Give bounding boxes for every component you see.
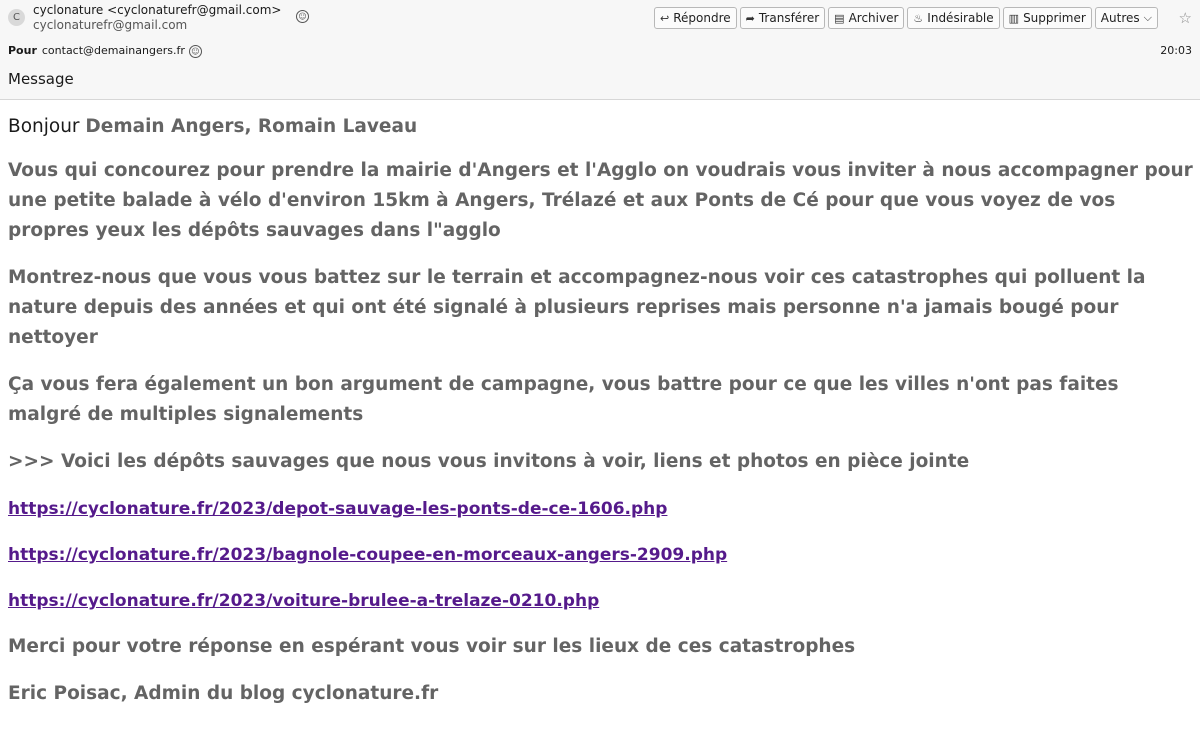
forward-icon: ➦ <box>745 11 755 25</box>
link-paragraph: https://cyclonature.fr/2023/depot-sauvag… <box>8 494 1193 525</box>
junk-label: Indésirable <box>927 11 994 25</box>
message-toolbar: ↩ Répondre ➦ Transférer ▤ Archiver ♨ Ind… <box>654 7 1158 29</box>
chevron-down-icon: ⌵ <box>1143 11 1152 24</box>
add-contact-icon[interactable]: ☺ <box>188 44 202 58</box>
sender-address: cyclonaturefr@gmail.com <box>33 18 188 32</box>
add-contact-icon[interactable]: ☺ <box>296 10 309 23</box>
message-subject: Message <box>8 70 74 88</box>
greeting-prefix: Bonjour <box>8 116 80 137</box>
closing-paragraph: Merci pour votre réponse en espérant vou… <box>8 636 856 657</box>
greeting-names: Demain Angers, Romain Laveau <box>85 116 418 137</box>
greeting: Bonjour Demain Angers, Romain Laveau <box>8 112 1193 142</box>
body-paragraph: Montrez-nous que vous vous battez sur le… <box>8 267 1146 348</box>
reply-icon: ↩ <box>660 11 670 25</box>
recipient-line: Pour contact@demainangers.fr ☺ <box>8 44 202 58</box>
reply-label: Répondre <box>673 11 731 25</box>
sender-name[interactable]: cyclonature <cyclonaturefr@gmail.com> <box>33 3 281 17</box>
body-paragraph: >>> Voici les dépôts sauvages que nous v… <box>8 451 970 472</box>
archive-icon: ▤ <box>834 11 845 25</box>
to-label: Pour <box>8 44 37 57</box>
flame-icon: ♨ <box>913 11 924 25</box>
star-icon[interactable]: ☆ <box>1179 9 1192 27</box>
link-paragraph: https://cyclonature.fr/2023/bagnole-coup… <box>8 540 1193 571</box>
delete-button[interactable]: ▥ Supprimer <box>1002 7 1092 29</box>
link-trelaze[interactable]: https://cyclonature.fr/2023/voiture-brul… <box>8 591 599 611</box>
forward-button[interactable]: ➦ Transférer <box>739 7 826 29</box>
delete-label: Supprimer <box>1023 11 1086 25</box>
forward-label: Transférer <box>758 11 820 25</box>
trash-icon: ▥ <box>1008 11 1020 25</box>
signature: Eric Poisac, Admin du blog cyclonature.f… <box>8 683 439 704</box>
more-button[interactable]: Autres ⌵ <box>1094 7 1158 29</box>
recipient-address[interactable]: contact@demainangers.fr <box>42 44 185 57</box>
junk-button[interactable]: ♨ Indésirable <box>907 7 1000 29</box>
message-time: 20:03 <box>1160 44 1192 57</box>
sender-avatar: C <box>8 9 25 26</box>
message-header: C cyclonature <cyclonaturefr@gmail.com> … <box>0 0 1200 100</box>
message-body: Bonjour Demain Angers, Romain Laveau Vou… <box>8 112 1193 726</box>
body-paragraph: Ça vous fera également un bon argument d… <box>8 374 1119 425</box>
link-ponts-de-ce[interactable]: https://cyclonature.fr/2023/depot-sauvag… <box>8 499 667 519</box>
body-paragraph: Vous qui concourez pour prendre la mairi… <box>8 160 1193 241</box>
archive-button[interactable]: ▤ Archiver <box>828 7 905 29</box>
link-angers[interactable]: https://cyclonature.fr/2023/bagnole-coup… <box>8 545 727 565</box>
reply-button[interactable]: ↩ Répondre <box>654 7 737 29</box>
archive-label: Archiver <box>848 11 899 25</box>
link-paragraph: https://cyclonature.fr/2023/voiture-brul… <box>8 586 1193 617</box>
more-label: Autres <box>1100 11 1140 25</box>
